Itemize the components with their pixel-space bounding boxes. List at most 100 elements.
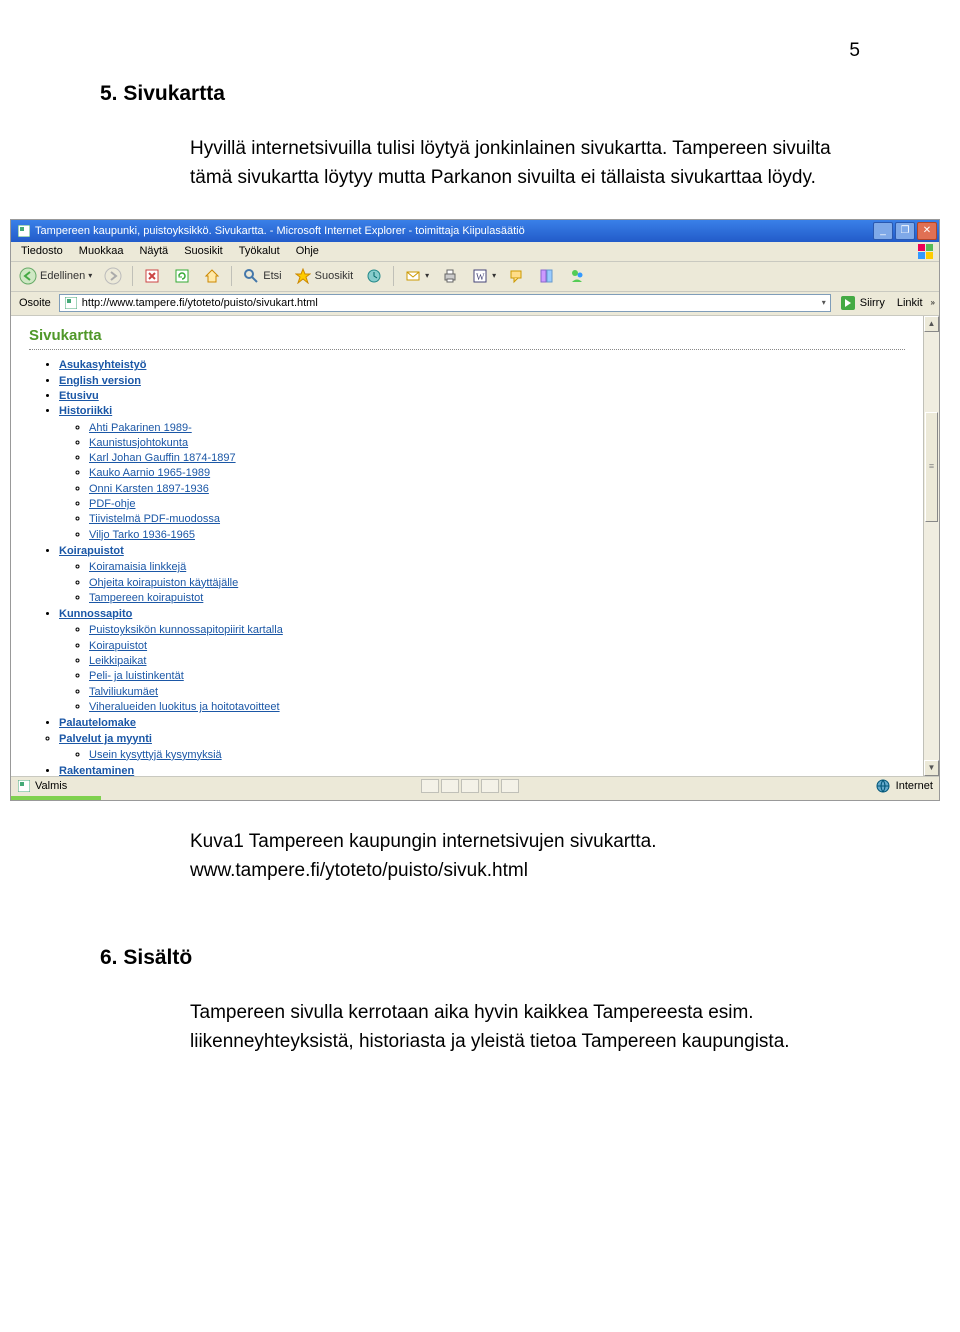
sitemap-link[interactable]: Usein kysyttyjä kysymyksiä <box>89 749 222 761</box>
sitemap-link[interactable]: PDF-ohje <box>89 498 135 510</box>
favorites-button[interactable]: Suosikit <box>290 264 358 288</box>
sitemap-list: Asukasyhteistyö English version Etusivu His… <box>29 358 905 776</box>
sitemap-link[interactable]: Tiivistelmä PDF-muodossa <box>89 513 220 525</box>
vertical-scrollbar[interactable]: ▲ ▼ <box>923 316 939 776</box>
sitemap-link[interactable]: Koiramaisia linkkejä <box>89 561 186 573</box>
scroll-down-button[interactable]: ▼ <box>924 760 939 776</box>
titlebar: Tampereen kaupunki, puistoyksikkö. Sivuk… <box>11 220 939 242</box>
sitemap-link[interactable]: Asukasyhteistyö <box>59 359 146 371</box>
window-title: Tampereen kaupunki, puistoyksikkö. Sivuk… <box>35 224 525 238</box>
sitemap-link[interactable]: Kaunistusjohtokunta <box>89 437 188 449</box>
section5-paragraph: Hyvillä internetsivuilla tulisi löytyä j… <box>190 134 860 193</box>
mail-button[interactable]: ▾ <box>400 264 433 288</box>
sitemap-link[interactable]: Kunnossapito <box>59 608 132 620</box>
sitemap-subitem: Puistoyksikön kunnossapitopiirit kartall… <box>89 623 905 637</box>
history-button[interactable] <box>361 264 387 288</box>
links-label[interactable]: Linkit <box>893 296 927 310</box>
sitemap-link[interactable]: Etusivu <box>59 390 99 402</box>
home-button[interactable] <box>199 264 225 288</box>
sitemap-subitem: Kauko Aarnio 1965-1989 <box>89 466 905 480</box>
sitemap-link[interactable]: Puistoyksikön kunnossapitopiirit kartall… <box>89 624 283 636</box>
menu-tools[interactable]: Työkalut <box>233 242 286 260</box>
menu-help[interactable]: Ohje <box>290 242 325 260</box>
sitemap-link[interactable]: Karl Johan Gauffin 1874-1897 <box>89 452 236 464</box>
menu-file[interactable]: Tiedosto <box>15 242 69 260</box>
sitemap-link[interactable]: Palvelut ja myynti <box>59 733 152 745</box>
sitemap-subitem: Viljo Tarko 1936-1965 <box>89 528 905 542</box>
sitemap-item: Kunnossapito Puistoyksikön kunnossapitopi… <box>59 607 905 714</box>
history-icon <box>365 267 383 285</box>
search-label: Etsi <box>263 269 281 283</box>
zone-label: Internet <box>896 779 933 793</box>
scroll-thumb[interactable] <box>925 412 938 522</box>
sitemap-link[interactable]: Koirapuistot <box>59 545 124 557</box>
research-button[interactable] <box>534 264 560 288</box>
maximize-button[interactable]: ❐ <box>895 222 915 240</box>
sitemap-subitem: Ahti Pakarinen 1989- <box>89 421 905 435</box>
address-bar: Osoite http://www.tampere.fi/ytoteto/pui… <box>11 292 939 316</box>
search-icon <box>242 267 260 285</box>
toolbar-separator <box>393 266 394 286</box>
menu-edit[interactable]: Muokkaa <box>73 242 130 260</box>
sitemap-link[interactable]: English version <box>59 375 141 387</box>
figure-caption: Kuva1 Tampereen kaupungin internetsivuje… <box>190 827 860 886</box>
stop-button[interactable] <box>139 264 165 288</box>
sitemap-link[interactable]: Viljo Tarko 1936-1965 <box>89 529 195 541</box>
refresh-icon <box>173 267 191 285</box>
sitemap-link[interactable]: Koirapuistot <box>89 640 147 652</box>
sitemap-link[interactable]: Viheralueiden luokitus ja hoitotavoittee… <box>89 701 280 713</box>
sitemap-subitem: Viheralueiden luokitus ja hoitotavoittee… <box>89 700 905 714</box>
page-content: Sivukartta Asukasyhteistyö English versio… <box>11 316 923 776</box>
dropdown-icon: ▾ <box>88 271 92 281</box>
sitemap-link[interactable]: Tampereen koirapuistot <box>89 592 203 604</box>
go-button[interactable]: Siirry <box>835 294 889 312</box>
sitemap-link[interactable]: Rakentaminen <box>59 765 134 776</box>
chevron-icon[interactable]: » <box>931 298 935 308</box>
sitemap-link[interactable]: Historiikki <box>59 405 112 417</box>
sitemap-link[interactable]: Ohjeita koirapuiston käyttäjälle <box>89 577 238 589</box>
minimize-button[interactable]: _ <box>873 222 893 240</box>
print-icon <box>441 267 459 285</box>
menu-view[interactable]: Näytä <box>133 242 174 260</box>
sitemap-link[interactable]: Palautelomake <box>59 717 136 729</box>
dropdown-icon[interactable]: ▾ <box>822 298 826 308</box>
section6-title: 6. Sisältö <box>100 946 860 970</box>
sitemap-link[interactable]: Onni Karsten 1897-1936 <box>89 483 209 495</box>
sitemap-link[interactable]: Leikkipaikat <box>89 655 146 667</box>
sitemap-link[interactable]: Kauko Aarnio 1965-1989 <box>89 467 210 479</box>
page-icon <box>17 779 31 793</box>
page-heading: Sivukartta <box>29 326 905 351</box>
print-button[interactable] <box>437 264 463 288</box>
back-button[interactable]: Edellinen ▾ <box>15 264 96 288</box>
messenger-button[interactable] <box>564 264 590 288</box>
sitemap-link[interactable]: Peli- ja luistinkentät <box>89 670 184 682</box>
menubar: Tiedosto Muokkaa Näytä Suosikit Työkalut… <box>11 242 939 262</box>
edit-button[interactable]: W▾ <box>467 264 500 288</box>
discuss-button[interactable] <box>504 264 530 288</box>
status-text: Valmis <box>35 779 67 793</box>
search-button[interactable]: Etsi <box>238 264 285 288</box>
globe-icon <box>874 777 892 795</box>
scroll-up-button[interactable]: ▲ <box>924 316 939 332</box>
sitemap-link[interactable]: Talviliukumäet <box>89 686 158 698</box>
sitemap-link[interactable]: Ahti Pakarinen 1989- <box>89 422 192 434</box>
home-icon <box>203 267 221 285</box>
refresh-button[interactable] <box>169 264 195 288</box>
section6-paragraph: Tampereen sivulla kerrotaan aika hyvin k… <box>190 998 860 1057</box>
sitemap-item: Etusivu <box>59 389 905 403</box>
address-input[interactable]: http://www.tampere.fi/ytoteto/puisto/siv… <box>59 294 831 312</box>
toolbar-separator <box>132 266 133 286</box>
ie-page-icon <box>17 224 31 238</box>
close-button[interactable]: ✕ <box>917 222 937 240</box>
sitemap-subitem: Kaunistusjohtokunta <box>89 436 905 450</box>
sitemap-item: Asukasyhteistyö <box>59 358 905 372</box>
sitemap-subitem: Usein kysyttyjä kysymyksiä <box>89 748 905 762</box>
go-label: Siirry <box>860 296 885 310</box>
forward-icon <box>104 267 122 285</box>
menu-favorites[interactable]: Suosikit <box>178 242 229 260</box>
sitemap-subitem: Peli- ja luistinkentät <box>89 669 905 683</box>
word-icon: W <box>471 267 489 285</box>
forward-button[interactable] <box>100 263 126 289</box>
scroll-track[interactable] <box>924 332 939 760</box>
section5-title: 5. Sivukartta <box>100 82 860 106</box>
